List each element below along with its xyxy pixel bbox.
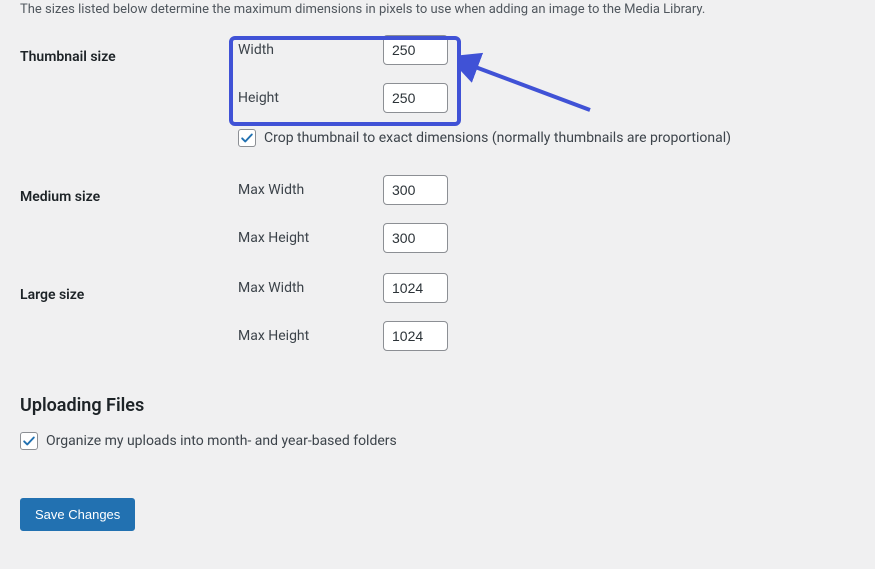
thumbnail-height-input[interactable] [383, 83, 448, 113]
medium-max-width-row: Max Width [238, 175, 855, 205]
large-size-heading: Large size [20, 273, 238, 371]
medium-max-height-label: Max Height [238, 230, 383, 246]
organize-uploads-checkbox[interactable] [20, 432, 38, 450]
crop-thumbnail-row: Crop thumbnail to exact dimensions (norm… [238, 123, 855, 147]
thumbnail-width-input[interactable] [383, 35, 448, 65]
large-max-height-label: Max Height [238, 328, 383, 344]
thumbnail-width-row: Width [238, 35, 855, 65]
intro-description: The sizes listed below determine the max… [20, 0, 855, 35]
large-max-height-input[interactable] [383, 321, 448, 351]
crop-thumbnail-label: Crop thumbnail to exact dimensions (norm… [264, 130, 731, 146]
thumbnail-height-label: Height [238, 90, 383, 106]
large-max-width-label: Max Width [238, 280, 383, 296]
organize-uploads-row: Organize my uploads into month- and year… [20, 426, 855, 450]
save-changes-button[interactable]: Save Changes [20, 498, 135, 531]
medium-max-width-input[interactable] [383, 175, 448, 205]
checkmark-icon [240, 131, 254, 145]
media-settings-table: Thumbnail size Width Height [20, 35, 855, 371]
organize-uploads-label: Organize my uploads into month- and year… [46, 433, 397, 449]
large-max-width-row: Max Width [238, 273, 855, 303]
medium-max-width-label: Max Width [238, 182, 383, 198]
medium-max-height-row: Max Height [238, 223, 855, 253]
medium-max-height-input[interactable] [383, 223, 448, 253]
uploading-files-heading: Uploading Files [20, 395, 855, 416]
checkmark-icon [22, 434, 36, 448]
crop-thumbnail-checkbox[interactable] [238, 129, 256, 147]
thumbnail-height-row: Height [238, 83, 855, 113]
thumbnail-size-heading: Thumbnail size [20, 35, 238, 123]
large-max-height-row: Max Height [238, 321, 855, 351]
medium-size-heading: Medium size [20, 175, 238, 273]
large-max-width-input[interactable] [383, 273, 448, 303]
thumbnail-width-label: Width [238, 42, 383, 58]
